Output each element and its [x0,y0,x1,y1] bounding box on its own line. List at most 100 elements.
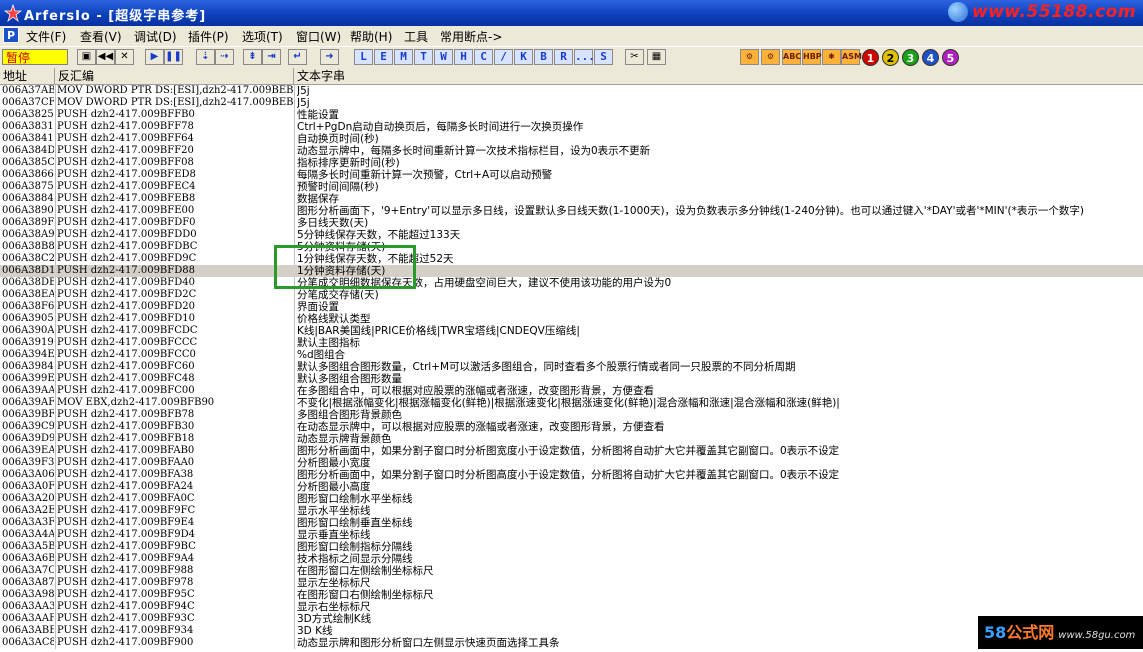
table-row[interactable]: 006A3825 PUSH dzh2-417.009BFFB0 性能设置 [0,109,1143,121]
open-icon[interactable]: ▣ [77,49,96,65]
menu-view[interactable]: 查看(V) [80,28,122,45]
tool-B-button[interactable]: B [534,49,553,65]
tool-C-button[interactable]: C [474,49,493,65]
table-row[interactable]: 006A3890 PUSH dzh2-417.009BFE00 图形分析画面下，'9… [0,205,1143,217]
table-row[interactable]: 006A39EA PUSH dzh2-417.009BFAB0 图形分析画面中，如果… [0,445,1143,457]
goto-icon[interactable]: ➜ [320,49,339,65]
trace-into-icon[interactable]: ⇟ [243,49,262,65]
menu-help[interactable]: 帮助(H) [350,28,392,45]
system-menu-icon[interactable]: P [3,27,19,43]
table-row[interactable]: 006A3A3F PUSH dzh2-417.009BF9E4 图形窗口绘制垂直坐标… [0,517,1143,529]
table-row[interactable]: 006A39C9 PUSH dzh2-417.009BFB30 在动态显示牌中，可以… [0,421,1143,433]
grid-icon[interactable]: ▦ [647,49,666,65]
table-row[interactable]: 006A389F PUSH dzh2-417.009BFDF0 多日线天数(天) [0,217,1143,229]
table-row[interactable]: 006A3A20 PUSH dzh2-417.009BFA0C 图形窗口绘制水平坐标… [0,493,1143,505]
tool-L-button[interactable]: L [354,49,373,65]
table-row[interactable]: 006A3905 PUSH dzh2-417.009BFD10 价格线默认类型 [0,313,1143,325]
step-into-icon[interactable]: ⇣ [196,49,215,65]
table-row[interactable]: 006A3884 PUSH dzh2-417.009BFEB8 数据保存 [0,193,1143,205]
table-row[interactable]: 006A390A PUSH dzh2-417.009BFCDC K线|BAR美国线|… [0,325,1143,337]
table-row[interactable]: 006A39BF PUSH dzh2-417.009BFB78 多图组合图形背景颜色 [0,409,1143,421]
tool-H-button[interactable]: H [454,49,473,65]
table-row[interactable]: 006A3A4A PUSH dzh2-417.009BF9D4 显示垂直坐标线 [0,529,1143,541]
pause-icon[interactable]: ❚❚ [164,49,183,65]
table-row[interactable]: 006A38B8 PUSH dzh2-417.009BFDBC 5分钟资料存储(天) [0,241,1143,253]
menu-options[interactable]: 选项(T) [242,28,283,45]
abc-icon[interactable]: ABC [782,49,801,65]
table-row[interactable]: 006A38DB PUSH dzh2-417.009BFD40 分笔成交明细数据保存… [0,277,1143,289]
table-row[interactable]: 006A39AA PUSH dzh2-417.009BFC00 在多图组合中，可以根… [0,385,1143,397]
table-row[interactable]: 006A3AAF PUSH dzh2-417.009BF93C 3D方式绘制K线 [0,613,1143,625]
tool-dots-button[interactable]: ... [574,49,595,65]
table-row[interactable]: 006A3A0F PUSH dzh2-417.009BFA24 分析图最小高度 [0,481,1143,493]
circle-button-2[interactable]: 2 [882,49,899,66]
tool-slash-button[interactable]: / [494,49,513,65]
text-string-cell: 预警时间间隔(秒) [297,181,379,193]
table-row[interactable]: 006A3A6B PUSH dzh2-417.009BF9A4 技术指标之间显示分隔… [0,553,1143,565]
table-row[interactable]: 006A38C2 PUSH dzh2-417.009BFD9C 1分钟线保存天数，不… [0,253,1143,265]
address-cell: 006A39D9 [2,433,54,444]
circle-button-3[interactable]: 3 [902,49,919,66]
tool-R-button[interactable]: R [554,49,573,65]
tool-S-button[interactable]: S [594,49,613,65]
table-row[interactable]: 006A399E PUSH dzh2-417.009BFC48 默认多图组合图形数量 [0,373,1143,385]
hbp-icon[interactable]: HBP [802,49,822,65]
asm-icon[interactable]: ASM [841,49,862,65]
table-row[interactable]: 006A3875 PUSH dzh2-417.009BFEC4 预警时间间隔(秒) [0,181,1143,193]
tool-K-button[interactable]: K [514,49,533,65]
table-row[interactable]: 006A3A7C PUSH dzh2-417.009BF988 在图形窗口左侧绘制坐… [0,565,1143,577]
menu-window[interactable]: 窗口(W) [296,28,341,45]
header-address[interactable]: 地址 [0,68,55,84]
table-row[interactable]: 006A3831 PUSH dzh2-417.009BFF78 Ctrl+PgDn启… [0,121,1143,133]
scissors-icon[interactable]: ✂ [625,49,644,65]
table-row[interactable]: 006A3866 PUSH dzh2-417.009BFED8 每隔多长时间重新计算… [0,169,1143,181]
table-row[interactable]: 006A38A9 PUSH dzh2-417.009BFDD0 5分钟线保存天数，不… [0,229,1143,241]
execute-till-return-icon[interactable]: ↵ [288,49,307,65]
table-row[interactable]: 006A37CF MOV DWORD PTR DS:[ESI],dzh2-417.… [0,97,1143,109]
menu-tools[interactable]: 工具 [404,28,428,45]
run-icon[interactable]: ▶ [145,49,164,65]
menu-file[interactable]: 文件(F) [26,28,66,45]
circle-button-4[interactable]: 4 [922,49,939,66]
table-row[interactable]: 006A3A06 PUSH dzh2-417.009BFA38 图形分析画面中，如果… [0,469,1143,481]
step-over-icon[interactable]: ⇢ [215,49,234,65]
tool-M-button[interactable]: M [394,49,413,65]
menu-plugins[interactable]: 插件(P) [188,28,229,45]
tool-E-button[interactable]: E [374,49,393,65]
table-row[interactable]: 006A3ABE PUSH dzh2-417.009BF934 3D K线 [0,625,1143,637]
table-row[interactable]: 006A3A2E PUSH dzh2-417.009BF9FC 显示水平坐标线 [0,505,1143,517]
table-row[interactable]: 006A3A5B PUSH dzh2-417.009BF9BC 图形窗口绘制指标分隔… [0,541,1143,553]
string-reference-list[interactable]: 006A37AB MOV DWORD PTR DS:[ESI],dzh2-417.… [0,85,1143,649]
close-icon[interactable]: ✕ [115,49,134,65]
table-row[interactable]: 006A38F6 PUSH dzh2-417.009BFD20 界面设置 [0,301,1143,313]
table-row[interactable]: 006A38D1 PUSH dzh2-417.009BFD88 1分钟资料存储(天) [0,265,1143,277]
table-row[interactable]: 006A385C PUSH dzh2-417.009BFF08 指标排序更新时间(秒… [0,157,1143,169]
circle-button-5[interactable]: 5 [942,49,959,66]
trace-over-icon[interactable]: ⇥ [262,49,281,65]
menu-debug[interactable]: 调试(D) [134,28,177,45]
table-row[interactable]: 006A3A87 PUSH dzh2-417.009BF978 显示左坐标标尺 [0,577,1143,589]
table-row[interactable]: 006A3841 PUSH dzh2-417.009BFF64 自动换页时间(秒) [0,133,1143,145]
table-row[interactable]: 006A39AF MOV EBX,dzh2-417.009BFB90 不变化|根据涨… [0,397,1143,409]
table-row[interactable]: 006A384D PUSH dzh2-417.009BFF20 动态显示牌中，每隔多… [0,145,1143,157]
rewind-icon[interactable]: ◀◀ [96,49,115,65]
table-row[interactable]: 006A394E PUSH dzh2-417.009BFCC0 %d图组合 [0,349,1143,361]
table-row[interactable]: 006A3984 PUSH dzh2-417.009BFC60 默认多图组合图形数量… [0,361,1143,373]
table-row[interactable]: 006A37AB MOV DWORD PTR DS:[ESI],dzh2-417.… [0,85,1143,97]
tool-T-button[interactable]: T [414,49,433,65]
tool-W-button[interactable]: W [434,49,453,65]
circle-button-1[interactable]: 1 [862,49,879,66]
table-row[interactable]: 006A3919 PUSH dzh2-417.009BFCCC 默认主图指标 [0,337,1143,349]
table-row[interactable]: 006A3AC8 PUSH dzh2-417.009BF900 动态显示牌和图形分析… [0,637,1143,649]
header-disassembly[interactable]: 反汇编 [55,68,294,84]
header-text-string[interactable]: 文本字串 [294,68,1143,84]
gear-icon[interactable]: ✱ [822,49,841,65]
table-row[interactable]: 006A39F3 PUSH dzh2-417.009BFAA0 分析图最小宽度 [0,457,1143,469]
plugin-icon-2[interactable]: ⚙ [761,49,780,65]
plugin-icon-1[interactable]: ⚙ [740,49,759,65]
table-row[interactable]: 006A3A98 PUSH dzh2-417.009BF95C 在图形窗口右侧绘制坐… [0,589,1143,601]
menu-breakpoints[interactable]: 常用断点-> [440,28,502,45]
table-row[interactable]: 006A39D9 PUSH dzh2-417.009BFB18 动态显示牌背景颜色 [0,433,1143,445]
table-row[interactable]: 006A3AA3 PUSH dzh2-417.009BF94C 显示右坐标标尺 [0,601,1143,613]
table-row[interactable]: 006A38EA PUSH dzh2-417.009BFD2C 分笔成交存储(天) [0,289,1143,301]
